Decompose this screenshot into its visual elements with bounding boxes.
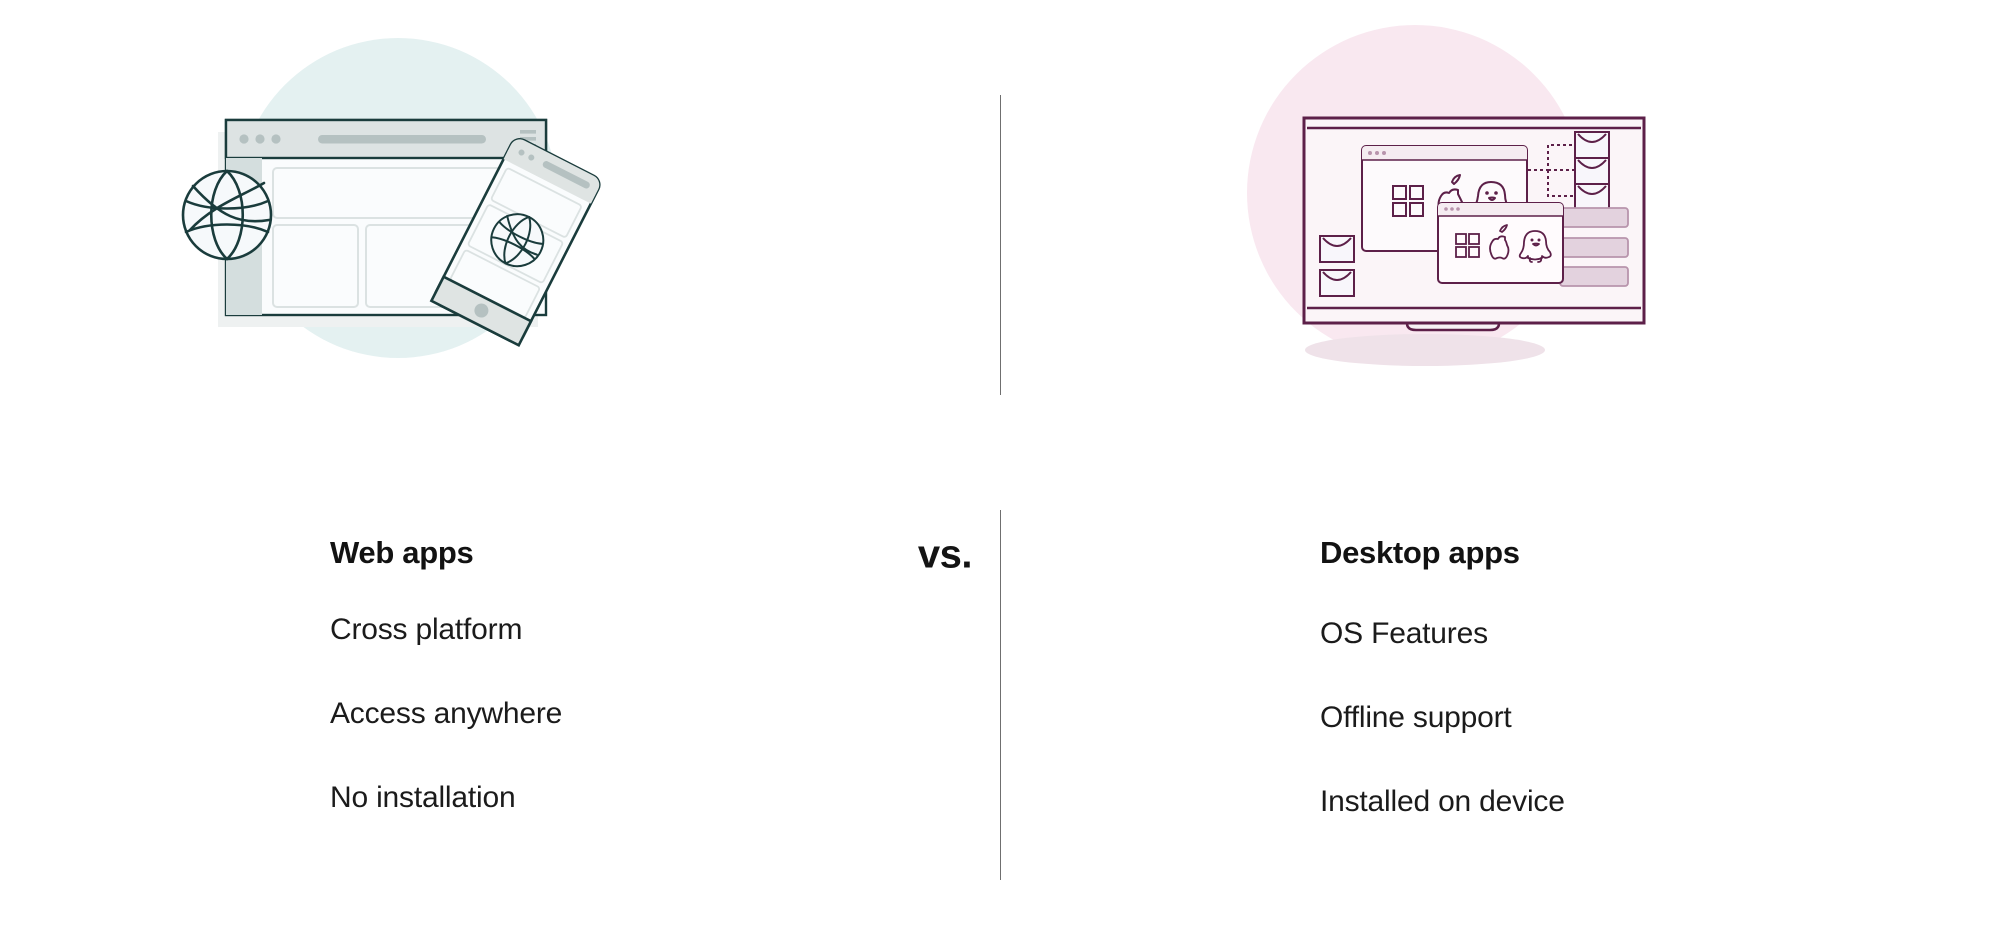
infographic-canvas: vs. Web apps Cross platform Access anywh… bbox=[0, 0, 2000, 930]
feature-item: Cross platform bbox=[330, 613, 523, 646]
feature-item: No installation bbox=[330, 781, 516, 814]
column-title-desktop-apps: Desktop apps bbox=[1320, 535, 1520, 570]
column-web-apps: Web apps Cross platform Access anywhere … bbox=[330, 535, 562, 815]
app-window-front bbox=[1437, 202, 1564, 284]
bar-item bbox=[1559, 207, 1629, 228]
feature-item: Access anywhere bbox=[330, 697, 563, 730]
web-apps-illustration bbox=[180, 20, 610, 390]
feature-item: Offline support bbox=[1320, 701, 1512, 734]
globe-icon bbox=[181, 169, 273, 261]
envelope-icon bbox=[1319, 235, 1355, 263]
envelope-icon bbox=[1574, 157, 1610, 185]
traffic-light-dot bbox=[1450, 207, 1454, 211]
traffic-light-dot bbox=[239, 134, 249, 144]
feature-item: Installed on device bbox=[1320, 785, 1565, 818]
traffic-light-dot bbox=[1375, 151, 1379, 155]
feature-item: OS Features bbox=[1320, 617, 1488, 650]
traffic-light-dot bbox=[1444, 207, 1448, 211]
divider-line-top bbox=[1000, 95, 1001, 395]
traffic-light-dot bbox=[1368, 151, 1372, 155]
address-bar bbox=[318, 135, 486, 144]
desktop-apps-illustration bbox=[1230, 18, 1700, 388]
traffic-light-dot bbox=[271, 134, 281, 144]
column-title-web-apps: Web apps bbox=[330, 535, 474, 570]
bar-item bbox=[1559, 266, 1629, 287]
vs-label: vs. bbox=[917, 532, 973, 577]
column-desktop-apps: Desktop apps OS Features Offline support… bbox=[1320, 535, 1565, 819]
traffic-light-dot bbox=[1456, 207, 1460, 211]
content-panel bbox=[272, 224, 359, 308]
envelope-icon bbox=[1574, 131, 1610, 159]
traffic-light-dot bbox=[1382, 151, 1386, 155]
envelope-icon bbox=[1574, 183, 1610, 211]
bar-item bbox=[1559, 237, 1629, 258]
envelope-icon bbox=[1319, 269, 1355, 297]
traffic-light-dot bbox=[255, 134, 265, 144]
divider-line-bottom bbox=[1000, 510, 1001, 880]
